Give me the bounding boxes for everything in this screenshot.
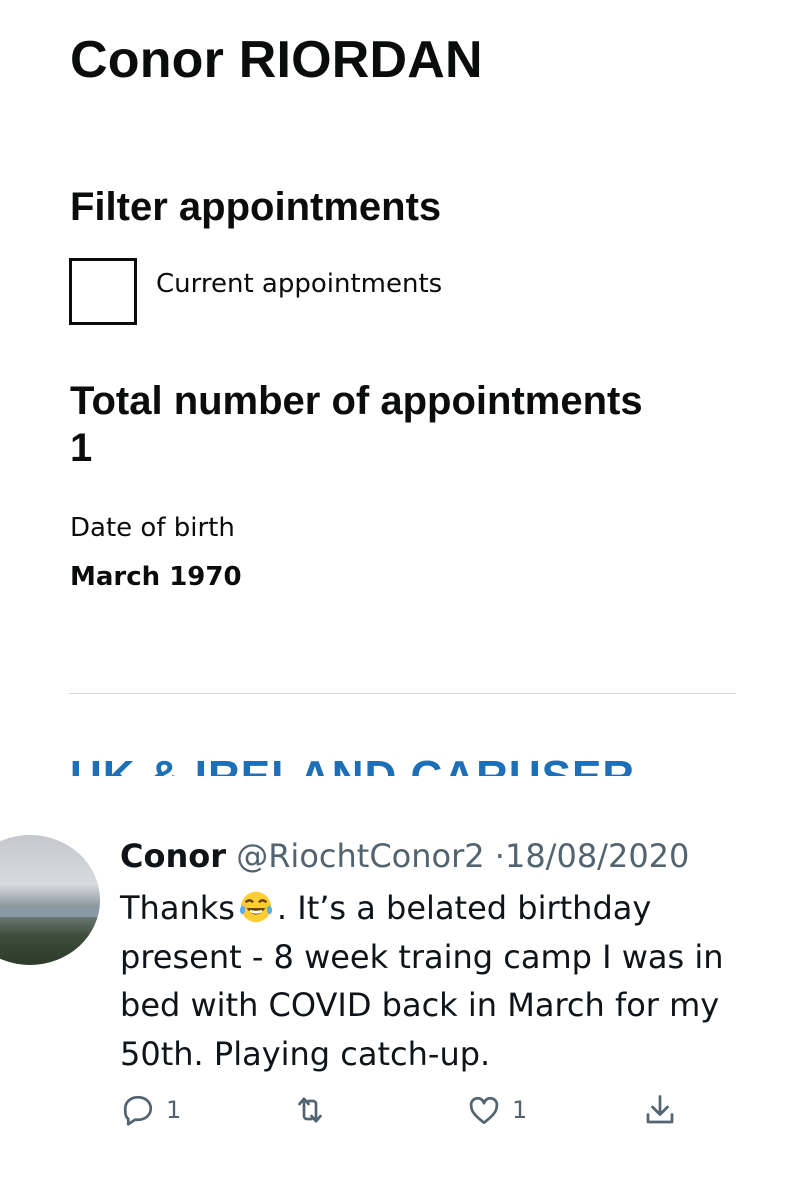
face-with-tears-of-joy-icon — [239, 889, 273, 923]
tweet-actions: 1 1 — [120, 1092, 720, 1136]
heart-icon — [469, 1096, 499, 1125]
company-link[interactable]: UK & IRELAND CARUSER — [70, 755, 635, 776]
tweet-display-name[interactable]: Conor — [120, 837, 226, 875]
tweet-text-start: Thanks — [120, 889, 235, 927]
total-appointments-label: Total number of appointments — [70, 379, 643, 423]
share-icon — [646, 1095, 674, 1124]
page-title: Conor RIORDAN — [70, 31, 483, 89]
retweet-button[interactable] — [292, 1092, 328, 1128]
reply-icon — [123, 1095, 153, 1126]
tweet-separator: · — [494, 837, 505, 875]
total-appointments-count: 1 — [70, 426, 93, 471]
like-count: 1 — [512, 1096, 528, 1124]
current-appointments-checkbox[interactable] — [69, 258, 137, 325]
section-divider — [69, 693, 736, 694]
current-appointments-label[interactable]: Current appointments — [156, 268, 442, 301]
total-appointments-heading: Total number of appointments 1 — [70, 378, 790, 472]
tweet-header: Conor @RiochtConor2 ·18/08/2020 — [120, 836, 689, 878]
tweet-text: Thanks. It’s a belated birthday present … — [120, 884, 780, 1078]
filter-heading: Filter appointments — [70, 185, 442, 229]
tweet-handle[interactable]: @RiochtConor2 — [236, 837, 484, 875]
avatar[interactable] — [0, 835, 100, 965]
dob-label: Date of birth — [70, 513, 235, 543]
like-button[interactable]: 1 — [466, 1092, 527, 1128]
reply-count: 1 — [166, 1096, 182, 1124]
share-button[interactable] — [642, 1092, 678, 1128]
dob-value: March 1970 — [70, 562, 242, 592]
clipped-link-heading: UK & IRELAND CARUSER — [0, 755, 805, 776]
tweet-date[interactable]: 18/08/2020 — [505, 837, 689, 875]
retweet-icon — [298, 1097, 322, 1123]
reply-button[interactable]: 1 — [120, 1092, 181, 1128]
